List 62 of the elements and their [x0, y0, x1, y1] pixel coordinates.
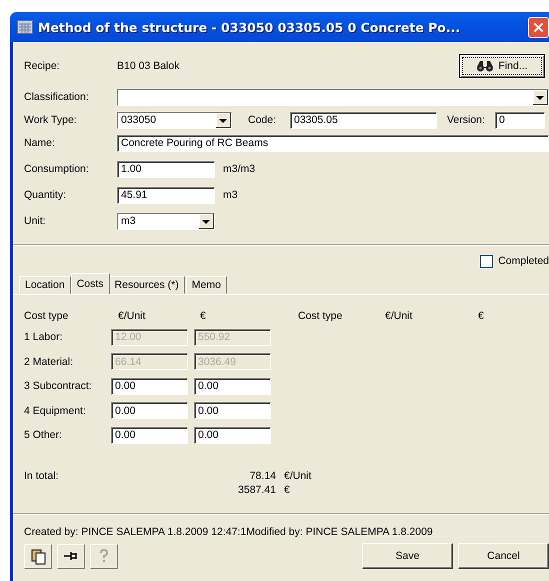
- dropdown[interactable]: 033050: [117, 112, 232, 128]
- input-field[interactable]: 0: [495, 112, 545, 128]
- help-icon: [100, 548, 108, 562]
- unit-label: m3/m3: [223, 163, 256, 175]
- field-label: Unit:: [24, 215, 47, 227]
- tab[interactable]: Resources (*): [108, 276, 185, 294]
- unit-label: €/Unit: [284, 470, 312, 482]
- toolbar-button[interactable]: [24, 544, 52, 568]
- window-title: Method of the structure - 033050 03305.05 0 Concrete Po...: [38, 20, 460, 34]
- find-button[interactable]: Find...: [459, 54, 545, 78]
- input-field[interactable]: 0.00: [194, 426, 271, 444]
- tab[interactable]: Costs: [70, 273, 110, 294]
- field-label: Version:: [447, 114, 486, 126]
- input-field[interactable]: Concrete Pouring of RC Beams: [117, 134, 549, 152]
- column-header: €/Unit: [118, 310, 146, 322]
- field-label: Quantity:: [24, 189, 68, 201]
- dropdown[interactable]: m3: [117, 212, 215, 230]
- input-field[interactable]: 0.00: [194, 402, 271, 420]
- total-label: In total:: [24, 470, 60, 482]
- cost-type-label: 2 Material:: [24, 356, 74, 368]
- field-label: Work Type:: [24, 114, 78, 126]
- created-by-text: Created by: PINCE SALEMPA 1.8.2009 12:47:1: [24, 526, 246, 538]
- total-value: 78.14: [248, 470, 276, 482]
- field-label: Code:: [248, 114, 278, 126]
- toolbar-button[interactable]: [57, 544, 85, 568]
- dropdown[interactable]: [117, 88, 549, 106]
- dialog-button[interactable]: Save: [362, 543, 453, 569]
- cost-type-label: 1 Labor:: [24, 331, 64, 344]
- tab[interactable]: Location: [19, 276, 71, 294]
- input-field[interactable]: 45.91: [117, 186, 215, 204]
- column-header: Cost type: [24, 310, 70, 322]
- column-header: Cost type: [298, 310, 344, 322]
- input-field[interactable]: 1.00: [117, 160, 215, 178]
- unit-label: €: [284, 484, 291, 496]
- tab[interactable]: Memo: [186, 276, 227, 294]
- pin-icon: [62, 550, 76, 560]
- input-field[interactable]: 03305.05: [290, 112, 437, 128]
- field-label: Recipe:: [24, 60, 61, 72]
- close-icon[interactable]: [528, 16, 549, 38]
- cost-type-label: 3 Subcontract:: [24, 380, 93, 392]
- total-value: 3587.41: [237, 484, 276, 496]
- unit-label: m3: [223, 189, 238, 201]
- cost-type-label: 4 Equipment:: [24, 404, 87, 417]
- cost-type-label: 5 Other:: [24, 429, 63, 442]
- recipe-value: B10 03 Balok: [117, 60, 180, 72]
- completed-checkbox[interactable]: [480, 254, 494, 268]
- input-field[interactable]: 0.00: [111, 378, 188, 395]
- dialog-button[interactable]: Cancel: [458, 543, 549, 569]
- column-header: €: [478, 310, 485, 322]
- field-label: Name:: [24, 137, 56, 149]
- completed-label: Completed: [498, 255, 549, 267]
- window-icon: [17, 20, 33, 34]
- copy-pages-icon: [31, 549, 45, 564]
- input-field[interactable]: 0.00: [111, 426, 188, 444]
- input-field[interactable]: 0.00: [111, 402, 188, 420]
- input-field[interactable]: 0.00: [194, 378, 271, 395]
- field-label: Classification:: [24, 91, 90, 103]
- binoculars-icon: [476, 60, 494, 72]
- column-header: €: [200, 310, 207, 322]
- column-header: €/Unit: [385, 310, 414, 322]
- field-label: Consumption:: [24, 163, 90, 175]
- modified-by-text: Modified by: PINCE SALEMPA 1.8.2009: [246, 526, 433, 538]
